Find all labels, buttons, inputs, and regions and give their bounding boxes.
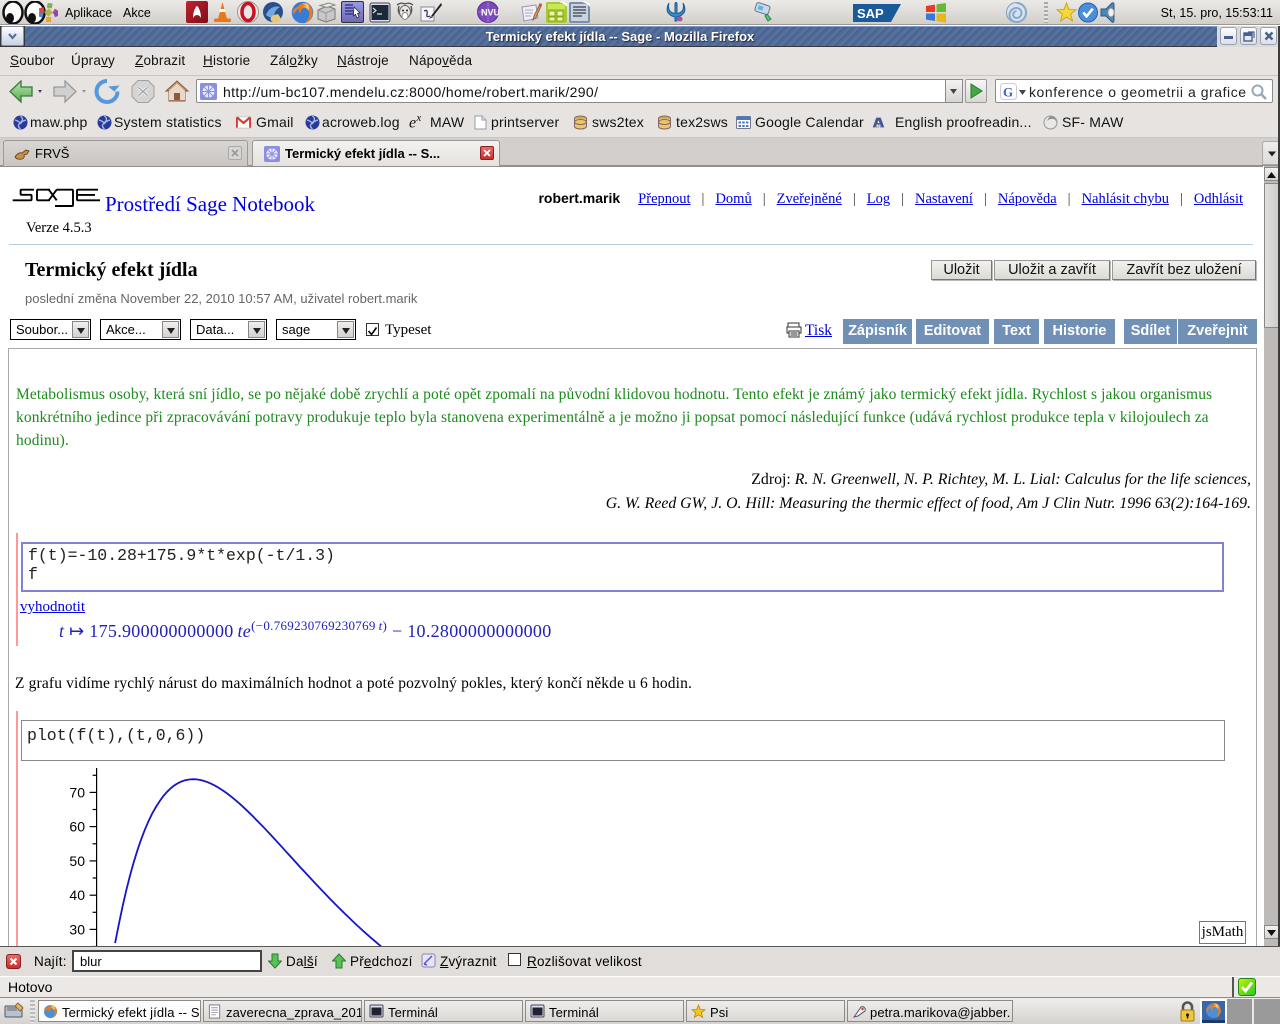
svg-text:60: 60 <box>69 819 85 835</box>
svg-text:50: 50 <box>69 853 85 869</box>
svg-text:G: G <box>1003 85 1013 100</box>
svg-text:AJE: AJE <box>874 123 884 129</box>
svg-text:70: 70 <box>69 784 85 800</box>
svg-text:NVU: NVU <box>481 8 499 18</box>
svg-text:30: 30 <box>69 921 85 937</box>
svg-text:40: 40 <box>69 887 85 903</box>
svg-text:SAP: SAP <box>857 6 884 21</box>
